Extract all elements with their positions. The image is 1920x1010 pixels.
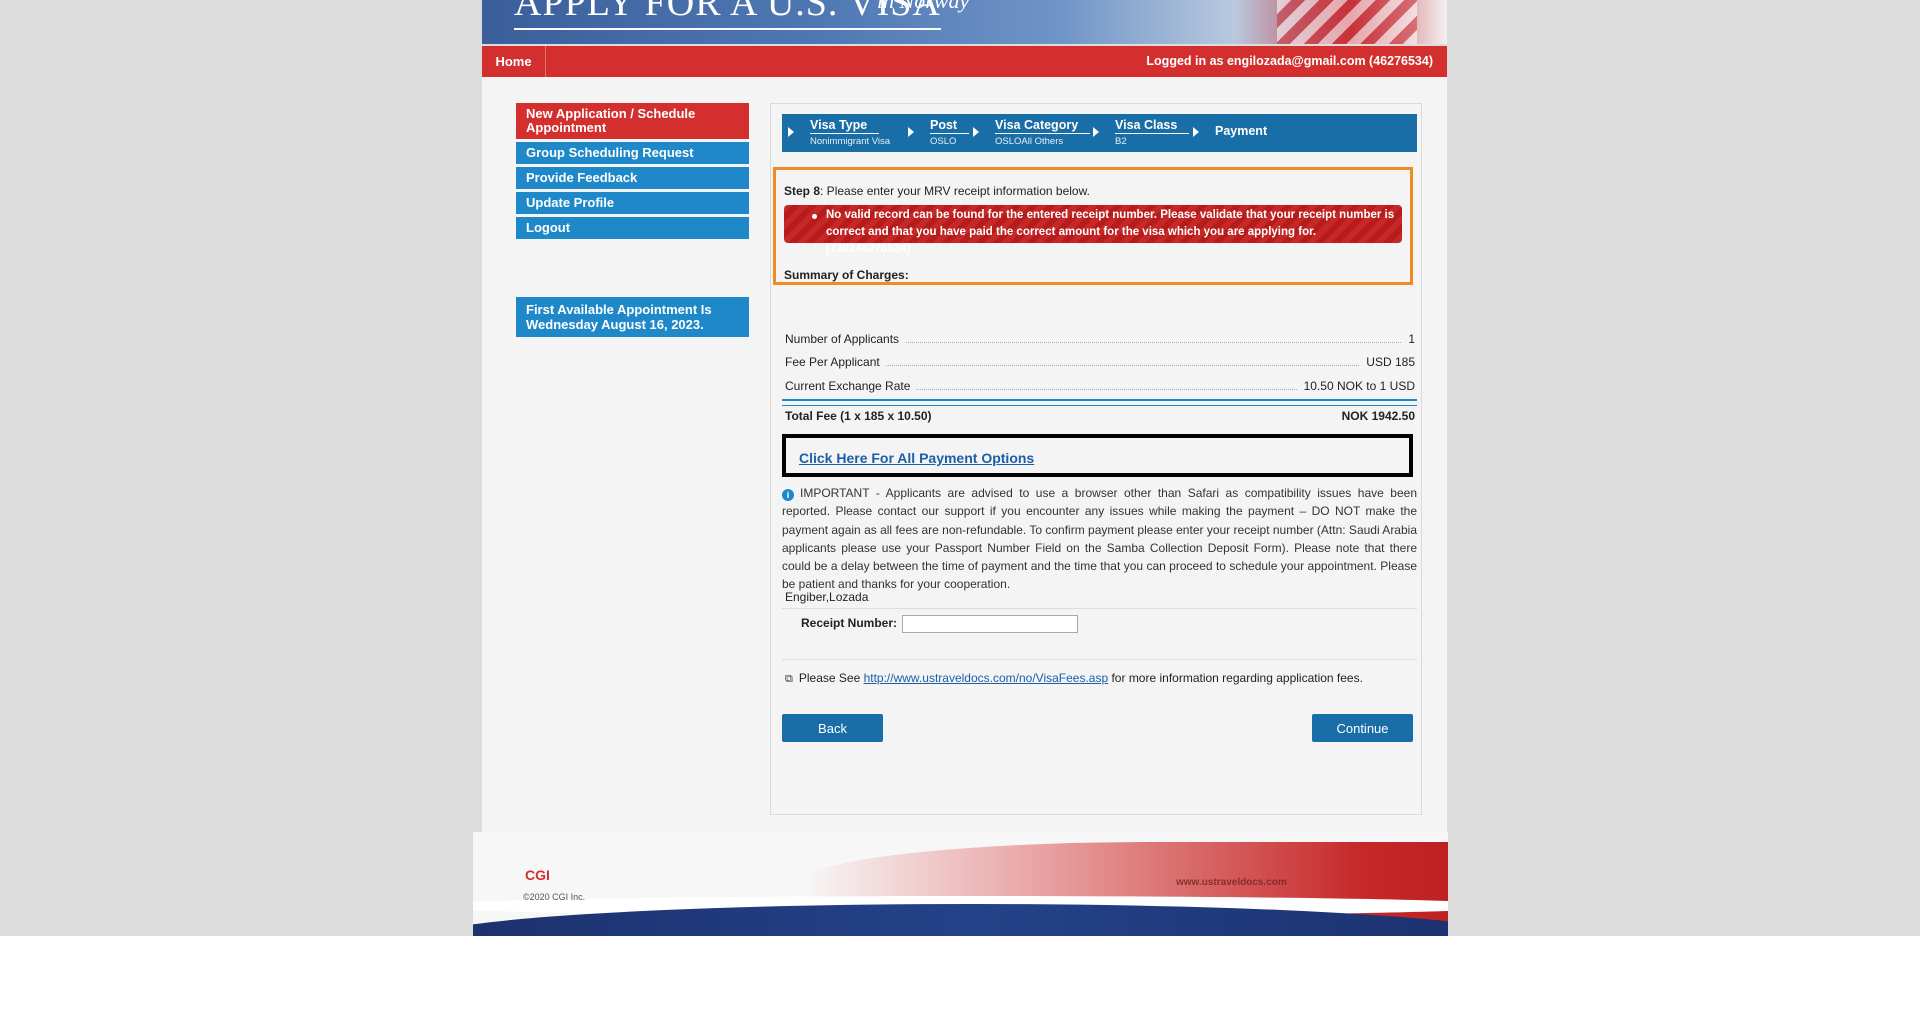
step-arrow-icon xyxy=(1193,127,1199,137)
charge-value: 1 xyxy=(1402,332,1415,346)
step-title: Visa Category xyxy=(995,118,1091,134)
cgi-logo: CGI xyxy=(525,867,550,883)
step-title: Visa Type xyxy=(810,118,880,134)
banner-subtitle: in Norway xyxy=(877,0,970,13)
step-arrow-icon xyxy=(908,127,914,137)
menu-item-update-profile[interactable]: Update Profile xyxy=(516,192,749,214)
charge-row: Current Exchange Rate 10.50 NOK to 1 USD xyxy=(785,379,1415,395)
step-instruction-box: Step 8: Please enter your MRV receipt in… xyxy=(773,167,1413,285)
logged-in-status: Logged in as engilozada@gmail.com (46276… xyxy=(1146,54,1433,68)
left-menu: New Application / Schedule Appointment G… xyxy=(516,103,749,242)
continue-button[interactable]: Continue xyxy=(1312,714,1413,742)
fees-info-row: ⧉ Please See http://www.ustraveldocs.com/… xyxy=(785,671,1363,686)
step-subtitle: Nonimmigrant Visa xyxy=(810,136,891,147)
menu-item-provide-feedback[interactable]: Provide Feedback xyxy=(516,167,749,189)
menu-item-logout[interactable]: Logout xyxy=(516,217,749,239)
external-link-icon: ⧉ xyxy=(785,673,793,685)
back-button[interactable]: Back xyxy=(782,714,883,742)
step-label: Step 8 xyxy=(784,184,821,198)
charge-value: 10.50 NOK to 1 USD xyxy=(1297,379,1415,393)
copyright-text: ©2020 CGI Inc. xyxy=(523,892,586,902)
charge-label: Current Exchange Rate xyxy=(785,379,917,393)
charge-label: Number of Applicants xyxy=(785,332,906,346)
step-arrow-icon xyxy=(788,127,794,137)
menu-item-group-scheduling[interactable]: Group Scheduling Request xyxy=(516,142,749,164)
important-notice: i IMPORTANT - Applicants are advised to u… xyxy=(782,484,1417,594)
step-subtitle: OSLO xyxy=(930,136,957,147)
step-title: Visa Class xyxy=(1115,118,1190,134)
total-fee-value: NOK 1942.50 xyxy=(1341,409,1415,423)
payment-options-link[interactable]: Click Here For All Payment Options xyxy=(799,450,1034,466)
bullet-icon xyxy=(812,214,817,219)
step-instruction: Step 8: Please enter your MRV receipt in… xyxy=(784,184,1090,198)
charge-row: Fee Per Applicant USD 185 xyxy=(785,355,1415,371)
home-link[interactable]: Home xyxy=(482,46,546,77)
error-message: No valid record can be found for the ent… xyxy=(784,205,1402,255)
important-text: IMPORTANT - Applicants are advised to us… xyxy=(782,486,1417,592)
payment-options-box: Click Here For All Payment Options xyxy=(782,434,1413,477)
charge-row: Number of Applicants 1 xyxy=(785,332,1415,348)
info-icon: i xyxy=(782,489,794,501)
applicant-name: Engiber,Lozada xyxy=(785,590,869,604)
receipt-number-label: Receipt Number: xyxy=(801,616,898,630)
visa-fees-link[interactable]: http://www.ustraveldocs.com/no/VisaFees.… xyxy=(864,671,1109,685)
step-subtitle: B2 xyxy=(1115,136,1127,147)
header-banner: APPLY FOR A U.S. VISA in Norway xyxy=(482,0,1447,44)
error-text: No valid record can be found for the ent… xyxy=(826,209,1395,255)
charge-label: Fee Per Applicant xyxy=(785,355,886,369)
top-navigation-bar: Home Logged in as engilozada@gmail.com (… xyxy=(482,46,1447,77)
fees-info-suffix: for more information regarding applicati… xyxy=(1108,671,1363,685)
first-available-appointment: First Available Appointment Is Wednesday… xyxy=(516,297,749,337)
page-container: APPLY FOR A U.S. VISA in Norway Home Log… xyxy=(473,0,1448,936)
footer-url: www.ustraveldocs.com xyxy=(1176,877,1287,888)
divider xyxy=(782,608,1417,609)
step-arrow-icon xyxy=(973,127,979,137)
step-subtitle: OSLOAll Others xyxy=(995,136,1064,147)
footer: CGI ©2020 CGI Inc. www.ustraveldocs.com xyxy=(473,832,1448,936)
total-divider xyxy=(782,399,1417,406)
charge-value: USD 185 xyxy=(1360,355,1415,369)
content-area: New Application / Schedule Appointment G… xyxy=(482,77,1447,832)
fees-info-prefix: Please See xyxy=(798,671,864,685)
flag-graphic xyxy=(1277,0,1417,44)
total-fee-label: Total Fee (1 x 185 x 10.50) xyxy=(785,409,932,423)
menu-item-new-application[interactable]: New Application / Schedule Appointment xyxy=(516,103,749,139)
progress-steps: Visa Type Nonimmigrant Visa Post OSLO Vi… xyxy=(782,114,1417,152)
receipt-number-input[interactable] xyxy=(902,615,1078,633)
step-title: Post xyxy=(930,118,970,134)
step-text: : Please enter your MRV receipt informat… xyxy=(820,184,1090,198)
summary-of-charges-label: Summary of Charges: xyxy=(784,268,909,282)
step-arrow-icon xyxy=(1093,127,1099,137)
divider xyxy=(782,659,1417,660)
main-panel: Visa Type Nonimmigrant Visa Post OSLO Vi… xyxy=(770,103,1422,815)
step-title: Payment xyxy=(1215,124,1268,138)
